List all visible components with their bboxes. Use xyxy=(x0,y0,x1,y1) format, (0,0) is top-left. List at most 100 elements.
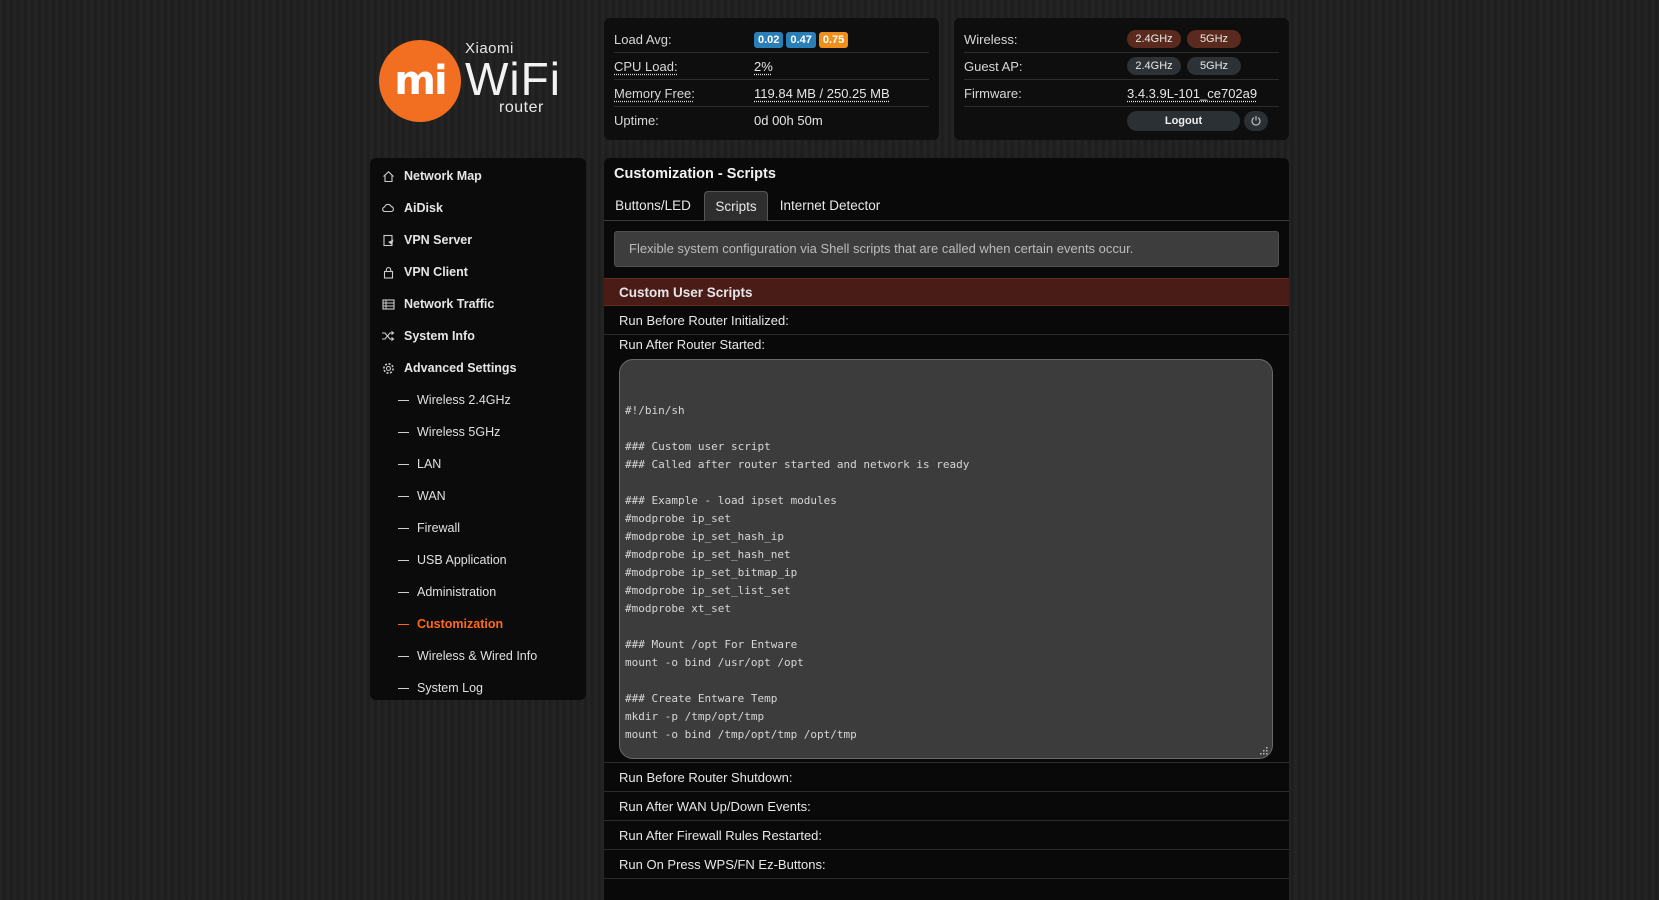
sidebar-subitem-label: LAN xyxy=(417,457,442,471)
wireless-row: Wireless: 2.4GHz 5GHz xyxy=(964,26,1279,53)
dash-icon xyxy=(398,527,409,529)
cpu-load-label[interactable]: CPU Load: xyxy=(614,59,754,74)
wireless-label: Wireless: xyxy=(964,31,1018,47)
sidebar-subitem-customization[interactable]: Customization xyxy=(370,608,586,640)
sidebar-subitem-label: System Log xyxy=(417,681,484,695)
sidebar-subitem-administration[interactable]: Administration xyxy=(370,576,586,608)
sidebar-subitem-system-log[interactable]: System Log xyxy=(370,672,586,704)
memory-row: Memory Free: 119.84 MB / 250.25 MB xyxy=(614,80,929,107)
dash-icon xyxy=(398,399,409,401)
power-button[interactable] xyxy=(1244,110,1268,131)
logo-sub-text: router xyxy=(499,99,544,116)
sidebar-item-vpn-server[interactable]: VPN Server xyxy=(370,224,586,256)
resize-grip-icon[interactable] xyxy=(1258,745,1268,755)
row-run-on-press-wps-buttons[interactable]: Run On Press WPS/FN Ez-Buttons: xyxy=(604,850,1289,879)
tab-bar: Buttons/LED Scripts Internet Detector xyxy=(604,191,1289,221)
sidebar-subitem-wireless-wired-info[interactable]: Wireless & Wired Info xyxy=(370,640,586,672)
uptime-row: Uptime: 0d 00h 50m xyxy=(614,107,929,134)
sidebar-item-system-info[interactable]: System Info xyxy=(370,320,586,352)
logout-button[interactable]: Logout xyxy=(1127,110,1240,131)
wireless-24ghz-pill[interactable]: 2.4GHz xyxy=(1127,30,1181,48)
guest-24ghz-pill[interactable]: 2.4GHz xyxy=(1127,57,1181,75)
sidebar-subitem-usb-application[interactable]: USB Application xyxy=(370,544,586,576)
dash-icon xyxy=(398,463,409,465)
mi-logo-mark: mi xyxy=(379,40,461,122)
script-content: #!/bin/sh ### Custom user script ### Cal… xyxy=(625,404,970,741)
load-avg-5-badge: 0.47 xyxy=(786,31,816,48)
sidebar-subitem-wireless-5ghz[interactable]: Wireless 5GHz xyxy=(370,416,586,448)
guest-5ghz-pill[interactable]: 5GHz xyxy=(1187,57,1241,75)
logout-row: Logout xyxy=(964,107,1279,134)
load-avg-label: Load Avg: xyxy=(614,31,672,47)
sidebar-nav: Network Map AiDisk VPN Server VPN Client… xyxy=(370,158,586,700)
dash-icon xyxy=(398,687,409,689)
sidebar-item-network-map[interactable]: Network Map xyxy=(370,160,586,192)
row-run-before-router-shutdown[interactable]: Run Before Router Shutdown: xyxy=(604,763,1289,792)
sidebar-item-label: Advanced Settings xyxy=(404,361,517,375)
sidebar-subitem-label: Wireless & Wired Info xyxy=(417,649,538,663)
sidebar-item-label: AiDisk xyxy=(404,201,443,215)
sidebar-subitem-lan[interactable]: LAN xyxy=(370,448,586,480)
cloud-icon xyxy=(380,201,396,215)
sidebar-item-label: VPN Server xyxy=(404,233,473,247)
logo-product-text: WiFi xyxy=(465,53,561,105)
vpn-server-icon xyxy=(380,233,396,247)
tab-buttons-led[interactable]: Buttons/LED xyxy=(612,191,694,221)
cpu-load-value[interactable]: 2% xyxy=(754,59,773,74)
xiaomi-wifi-logo: mi Xiaomi WiFi router xyxy=(379,40,561,122)
sidebar-item-vpn-client[interactable]: VPN Client xyxy=(370,256,586,288)
section-header-custom-user-scripts: Custom User Scripts xyxy=(604,278,1289,306)
sidebar-item-aidisk[interactable]: AiDisk xyxy=(370,192,586,224)
row-run-after-firewall-restarted[interactable]: Run After Firewall Rules Restarted: xyxy=(604,821,1289,850)
load-avg-values: 0.02 0.47 0.75 xyxy=(754,31,851,48)
power-icon xyxy=(1251,115,1261,126)
dash-icon xyxy=(398,559,409,561)
firmware-row: Firmware: 3.4.3.9L-101_ce702a9 xyxy=(964,80,1279,107)
sidebar-subitem-firewall[interactable]: Firewall xyxy=(370,512,586,544)
guest-ap-label: Guest AP: xyxy=(964,58,1023,74)
firmware-label: Firmware: xyxy=(964,85,1022,101)
sidebar-item-network-traffic[interactable]: Network Traffic xyxy=(370,288,586,320)
sidebar-subitem-label: Firewall xyxy=(417,521,461,535)
tab-scripts[interactable]: Scripts xyxy=(704,191,768,221)
sidebar-subitem-label: WAN xyxy=(417,489,446,503)
list-icon xyxy=(380,297,396,311)
load-avg-15-badge: 0.75 xyxy=(818,31,849,48)
load-avg-1-badge: 0.02 xyxy=(754,31,784,48)
dash-icon xyxy=(398,623,409,625)
sidebar-subitem-label: Wireless 2.4GHz xyxy=(417,393,511,407)
system-status-panel: Load Avg: 0.02 0.47 0.75 CPU Load: 2% Memo… xyxy=(604,18,939,140)
sidebar-subitem-wireless-24ghz[interactable]: Wireless 2.4GHz xyxy=(370,384,586,416)
firmware-value[interactable]: 3.4.3.9L-101_ce702a9 xyxy=(1127,86,1257,101)
sidebar-item-label: Network Traffic xyxy=(404,297,495,311)
sidebar-item-label: System Info xyxy=(404,329,475,343)
script-textarea[interactable]: #!/bin/sh ### Custom user script ### Cal… xyxy=(619,359,1273,759)
memory-free-label[interactable]: Memory Free: xyxy=(614,86,754,101)
sidebar-item-advanced-settings[interactable]: Advanced Settings xyxy=(370,352,586,384)
dash-icon xyxy=(398,655,409,657)
info-message: Flexible system configuration via Shell … xyxy=(614,231,1279,267)
guest-ap-row: Guest AP: 2.4GHz 5GHz xyxy=(964,53,1279,80)
row-run-after-wan-events[interactable]: Run After WAN Up/Down Events: xyxy=(604,792,1289,821)
uptime-label: Uptime: xyxy=(614,113,659,128)
dash-icon xyxy=(398,431,409,433)
sidebar-item-label: Network Map xyxy=(404,169,482,183)
memory-free-value[interactable]: 119.84 MB / 250.25 MB xyxy=(754,86,890,101)
uptime-value: 0d 00h 50m xyxy=(754,113,823,128)
dash-icon xyxy=(398,495,409,497)
wireless-5ghz-pill[interactable]: 5GHz xyxy=(1187,30,1241,48)
row-run-after-router-started-label: Run After Router Started: xyxy=(619,337,765,352)
sidebar-subitem-label: USB Application xyxy=(417,553,507,567)
tab-internet-detector[interactable]: Internet Detector xyxy=(776,191,884,221)
sidebar-subitem-label: Administration xyxy=(417,585,497,599)
wireless-status-panel: Wireless: 2.4GHz 5GHz Guest AP: 2.4GHz 5… xyxy=(954,18,1289,140)
sidebar-subitem-label: Customization xyxy=(417,617,504,631)
cpu-load-row: CPU Load: 2% xyxy=(614,53,929,80)
sidebar-item-label: VPN Client xyxy=(404,265,468,279)
gear-icon xyxy=(380,361,396,375)
main-content: Customization - Scripts Buttons/LED Scri… xyxy=(604,158,1289,900)
page-title: Customization - Scripts xyxy=(614,166,776,182)
lock-icon xyxy=(380,265,396,279)
sidebar-subitem-label: Wireless 5GHz xyxy=(417,425,501,439)
sidebar-subitem-wan[interactable]: WAN xyxy=(370,480,586,512)
